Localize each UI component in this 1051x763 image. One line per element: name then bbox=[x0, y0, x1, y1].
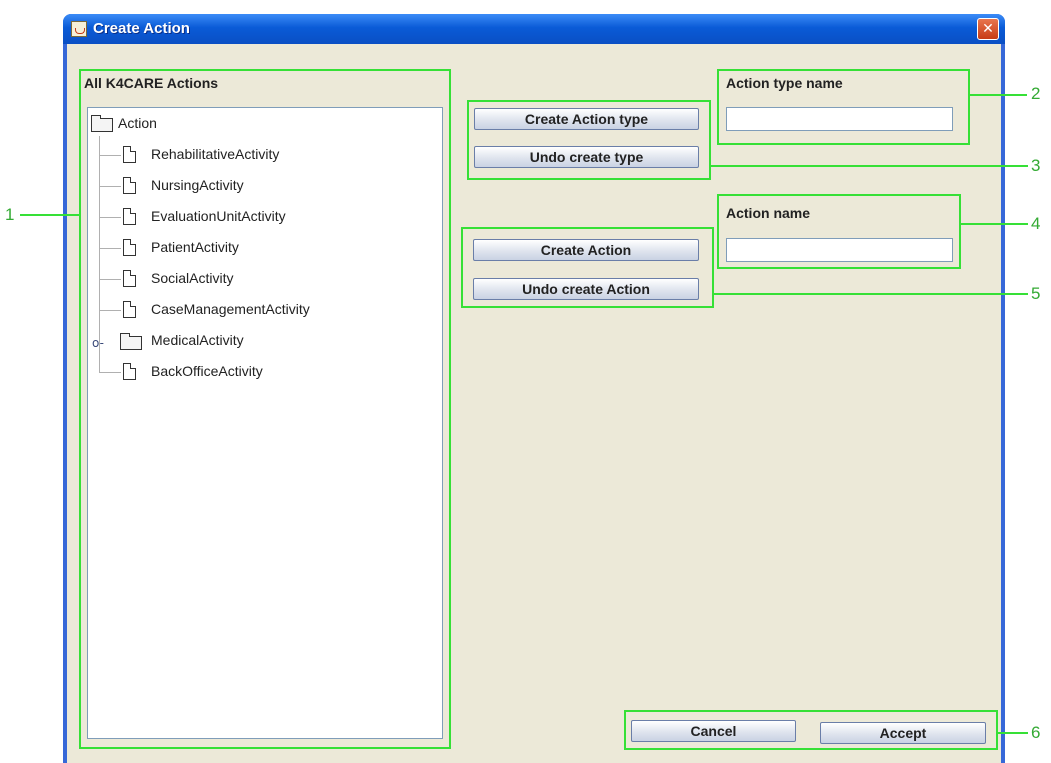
tree-panel-label: All K4CARE Actions bbox=[84, 75, 219, 91]
tree-connector bbox=[99, 310, 121, 311]
tree-item-back-office[interactable]: BackOfficeActivity bbox=[151, 363, 263, 379]
close-button[interactable]: ✕ bbox=[977, 18, 999, 40]
document-icon bbox=[123, 239, 136, 256]
document-icon bbox=[123, 270, 136, 287]
cancel-button[interactable]: Cancel bbox=[631, 720, 796, 742]
folder-open-icon bbox=[91, 115, 113, 132]
undo-create-type-button[interactable]: Undo create type bbox=[474, 146, 699, 168]
document-icon bbox=[123, 208, 136, 225]
action-type-name-input[interactable] bbox=[726, 107, 953, 131]
expand-handle-icon[interactable]: o- bbox=[92, 336, 104, 350]
callout-line bbox=[969, 94, 1027, 96]
accept-button[interactable]: Accept bbox=[820, 722, 986, 744]
tree-connector bbox=[99, 372, 121, 373]
title-bar[interactable]: Create Action ✕ bbox=[63, 14, 1005, 44]
tree-connector bbox=[99, 279, 121, 280]
action-type-name-label: Action type name bbox=[726, 75, 843, 91]
document-icon bbox=[123, 177, 136, 194]
document-icon bbox=[123, 301, 136, 318]
callout-line bbox=[710, 165, 1028, 167]
folder-closed-icon bbox=[120, 333, 142, 350]
document-icon bbox=[123, 363, 136, 380]
tree-root-action[interactable]: Action bbox=[118, 115, 157, 131]
callout-number: 3 bbox=[1031, 156, 1041, 175]
actions-tree[interactable]: Action RehabilitativeActivity NursingAct… bbox=[87, 107, 443, 739]
tree-connector bbox=[99, 186, 121, 187]
callout-number: 2 bbox=[1031, 84, 1041, 103]
action-name-input[interactable] bbox=[726, 238, 953, 262]
callout-number: 6 bbox=[1031, 723, 1041, 742]
create-action-button[interactable]: Create Action bbox=[473, 239, 699, 261]
callout-line bbox=[960, 223, 1028, 225]
callout-line bbox=[713, 293, 1028, 295]
window-title: Create Action bbox=[93, 20, 190, 37]
action-name-label: Action name bbox=[726, 205, 811, 221]
close-icon: ✕ bbox=[982, 21, 994, 37]
callout-line bbox=[20, 214, 80, 216]
undo-create-action-button[interactable]: Undo create Action bbox=[473, 278, 699, 300]
callout-number: 4 bbox=[1031, 214, 1041, 233]
tree-connector bbox=[99, 248, 121, 249]
tree-item-nursing[interactable]: NursingActivity bbox=[151, 177, 244, 193]
tree-item-medical[interactable]: MedicalActivity bbox=[151, 332, 244, 348]
tree-item-rehabilitative[interactable]: RehabilitativeActivity bbox=[151, 146, 279, 162]
callout-number: 5 bbox=[1031, 284, 1041, 303]
callout-number: 1 bbox=[5, 205, 15, 224]
create-action-type-button[interactable]: Create Action type bbox=[474, 108, 699, 130]
java-cup-icon bbox=[71, 21, 87, 37]
tree-item-evaluation-unit[interactable]: EvaluationUnitActivity bbox=[151, 208, 286, 224]
tree-connector bbox=[99, 217, 121, 218]
tree-item-patient[interactable]: PatientActivity bbox=[151, 239, 239, 255]
callout-line bbox=[997, 732, 1028, 734]
tree-item-social[interactable]: SocialActivity bbox=[151, 270, 233, 286]
document-icon bbox=[123, 146, 136, 163]
tree-item-case-management[interactable]: CaseManagementActivity bbox=[151, 301, 310, 317]
tree-connector bbox=[99, 155, 121, 156]
